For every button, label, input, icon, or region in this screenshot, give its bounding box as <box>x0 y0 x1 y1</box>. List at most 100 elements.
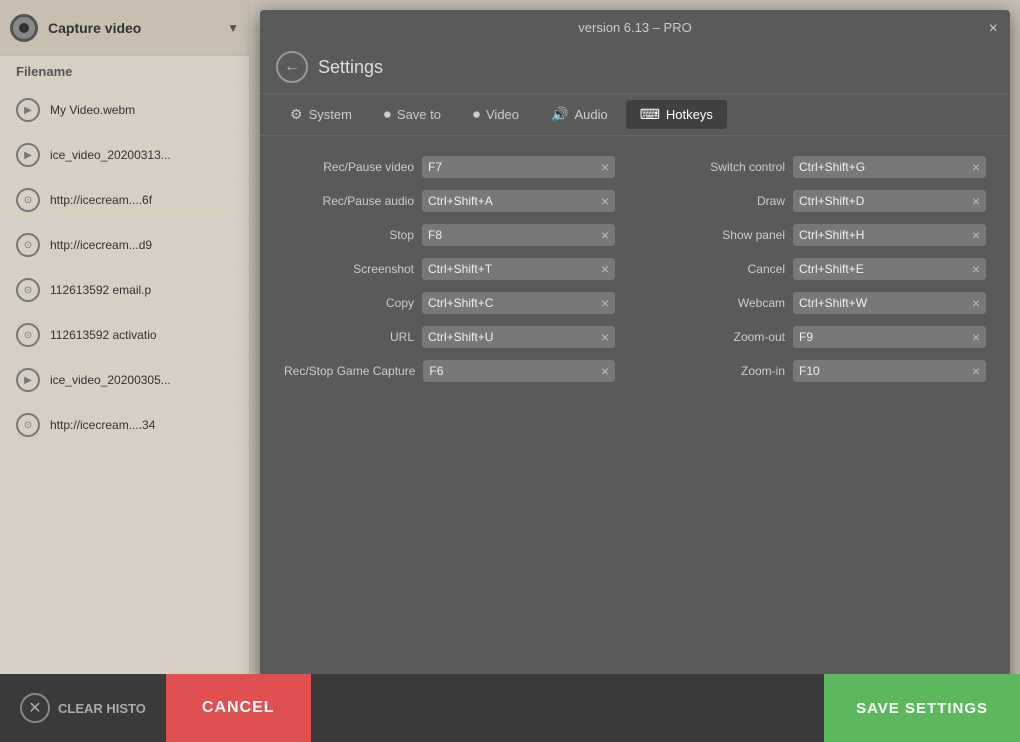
webcam-clear[interactable]: × <box>972 296 980 310</box>
list-item[interactable]: ▶ My Video.webm <box>0 88 249 133</box>
stop-value: F8 <box>428 228 595 242</box>
rec-pause-video-input[interactable]: F7 × <box>422 156 615 178</box>
show-panel-input[interactable]: Ctrl+Shift+H × <box>793 224 986 246</box>
rec-pause-video-clear[interactable]: × <box>601 160 609 174</box>
settings-modal: × version 6.13 – PRO ← Settings ⚙ System… <box>260 10 1010 710</box>
zoom-out-label: Zoom-out <box>655 330 785 344</box>
save-settings-button[interactable]: SAVE SETTINGS <box>824 674 1020 742</box>
screenshot-icon: ⊙ <box>16 413 40 437</box>
url-input[interactable]: Ctrl+Shift+U × <box>422 326 615 348</box>
hotkeys-icon: ⌨ <box>640 106 660 123</box>
rec-pause-audio-clear[interactable]: × <box>601 194 609 208</box>
cancel-button[interactable]: CANCEL <box>166 674 311 742</box>
copy-value: Ctrl+Shift+C <box>428 296 595 310</box>
show-panel-label: Show panel <box>655 228 785 242</box>
url-label: URL <box>284 330 414 344</box>
webcam-input[interactable]: Ctrl+Shift+W × <box>793 292 986 314</box>
rec-pause-audio-value: Ctrl+Shift+A <box>428 194 595 208</box>
stop-input[interactable]: F8 × <box>422 224 615 246</box>
rec-pause-audio-label: Rec/Pause audio <box>284 194 414 208</box>
stop-clear[interactable]: × <box>601 228 609 242</box>
list-item[interactable]: ▶ ice_video_20200313... <box>0 133 249 178</box>
tab-video[interactable]: ⏺ Video <box>459 100 533 129</box>
draw-value: Ctrl+Shift+D <box>799 194 966 208</box>
x-icon: ✕ <box>28 698 41 718</box>
hotkey-row-webcam: Webcam Ctrl+Shift+W × <box>655 292 986 314</box>
list-item[interactable]: ⊙ http://icecream....34 <box>0 403 249 448</box>
screenshot-input[interactable]: Ctrl+Shift+T × <box>422 258 615 280</box>
tab-hotkeys[interactable]: ⌨ Hotkeys <box>626 100 727 129</box>
tab-hotkeys-label: Hotkeys <box>666 107 713 122</box>
list-item[interactable]: ⊙ 112613592 activatio <box>0 313 249 358</box>
screenshot-icon: ⊙ <box>16 323 40 347</box>
switch-control-input[interactable]: Ctrl+Shift+G × <box>793 156 986 178</box>
tab-saveto[interactable]: ⏺ Save to <box>370 100 455 129</box>
game-capture-label: Rec/Stop Game Capture <box>284 364 415 378</box>
url-clear[interactable]: × <box>601 330 609 344</box>
tabs-bar: ⚙ System ⏺ Save to ⏺ Video 🔊 Audio ⌨ Hot… <box>260 94 1010 136</box>
switch-control-clear[interactable]: × <box>972 160 980 174</box>
tab-audio[interactable]: 🔊 Audio <box>537 100 622 129</box>
tab-video-label: Video <box>486 107 519 122</box>
item-text: http://icecream....6f <box>50 193 152 207</box>
hotkey-row-game-capture: Rec/Stop Game Capture F6 × <box>284 360 615 382</box>
rec-pause-video-value: F7 <box>428 160 595 174</box>
show-panel-value: Ctrl+Shift+H <box>799 228 966 242</box>
show-panel-clear[interactable]: × <box>972 228 980 242</box>
hotkeys-left-column: Rec/Pause video F7 × Rec/Pause audio Ctr… <box>284 156 615 394</box>
draw-clear[interactable]: × <box>972 194 980 208</box>
tab-system-label: System <box>309 107 352 122</box>
zoom-out-clear[interactable]: × <box>972 330 980 344</box>
list-item[interactable]: ▶ ice_video_20200305... <box>0 358 249 403</box>
rec-pause-audio-input[interactable]: Ctrl+Shift+A × <box>422 190 615 212</box>
hotkeys-content: Rec/Pause video F7 × Rec/Pause audio Ctr… <box>260 136 1010 414</box>
webcam-value: Ctrl+Shift+W <box>799 296 966 310</box>
hotkey-row-stop: Stop F8 × <box>284 224 615 246</box>
screenshot-icon: ⊙ <box>16 233 40 257</box>
zoom-in-value: F10 <box>799 364 966 378</box>
zoom-in-clear[interactable]: × <box>972 364 980 378</box>
hotkey-row-zoom-in: Zoom-in F10 × <box>655 360 986 382</box>
cancel-hotkey-input[interactable]: Ctrl+Shift+E × <box>793 258 986 280</box>
zoom-out-input[interactable]: F9 × <box>793 326 986 348</box>
game-capture-clear[interactable]: × <box>601 364 609 378</box>
cancel-hotkey-label: Cancel <box>655 262 785 276</box>
sidebar-header: Capture video ▼ <box>0 0 249 56</box>
capture-label: Capture video <box>48 20 217 36</box>
copy-label: Copy <box>284 296 414 310</box>
video-icon: ▶ <box>16 368 40 392</box>
item-text: 112613592 email.p <box>50 283 151 297</box>
settings-title: Settings <box>318 57 383 78</box>
list-item[interactable]: ⊙ http://icecream...d9 <box>0 223 249 268</box>
zoom-in-input[interactable]: F10 × <box>793 360 986 382</box>
rec-pause-video-label: Rec/Pause video <box>284 160 414 174</box>
draw-input[interactable]: Ctrl+Shift+D × <box>793 190 986 212</box>
close-button[interactable]: × <box>989 20 998 38</box>
screenshot-label: Screenshot <box>284 262 414 276</box>
dropdown-arrow-icon[interactable]: ▼ <box>227 21 239 35</box>
screenshot-icon: ⊙ <box>16 278 40 302</box>
webcam-label: Webcam <box>655 296 785 310</box>
tab-system[interactable]: ⚙ System <box>276 100 366 129</box>
switch-control-value: Ctrl+Shift+G <box>799 160 966 174</box>
screenshot-clear[interactable]: × <box>601 262 609 276</box>
list-item[interactable]: ⊙ 112613592 email.p <box>0 268 249 313</box>
copy-input[interactable]: Ctrl+Shift+C × <box>422 292 615 314</box>
list-item[interactable]: ⊙ http://icecream....6f <box>0 178 249 223</box>
copy-clear[interactable]: × <box>601 296 609 310</box>
clear-history-icon: ✕ <box>20 693 50 723</box>
back-button[interactable]: ← <box>276 51 308 83</box>
hotkey-row-zoom-out: Zoom-out F9 × <box>655 326 986 348</box>
hotkey-row-switch-control: Switch control Ctrl+Shift+G × <box>655 156 986 178</box>
game-capture-input[interactable]: F6 × <box>423 360 615 382</box>
clear-history-button[interactable]: ✕ CLEAR HISTO <box>0 674 166 742</box>
hotkeys-right-column: Switch control Ctrl+Shift+G × Draw Ctrl+… <box>655 156 986 394</box>
url-value: Ctrl+Shift+U <box>428 330 595 344</box>
footer: ✕ CLEAR HISTO CANCEL SAVE SETTINGS <box>0 674 1020 742</box>
hotkey-row-cancel: Cancel Ctrl+Shift+E × <box>655 258 986 280</box>
game-capture-value: F6 <box>429 364 594 378</box>
zoom-in-label: Zoom-in <box>655 364 785 378</box>
tab-audio-label: Audio <box>574 107 607 122</box>
stop-label: Stop <box>284 228 414 242</box>
cancel-hotkey-clear[interactable]: × <box>972 262 980 276</box>
